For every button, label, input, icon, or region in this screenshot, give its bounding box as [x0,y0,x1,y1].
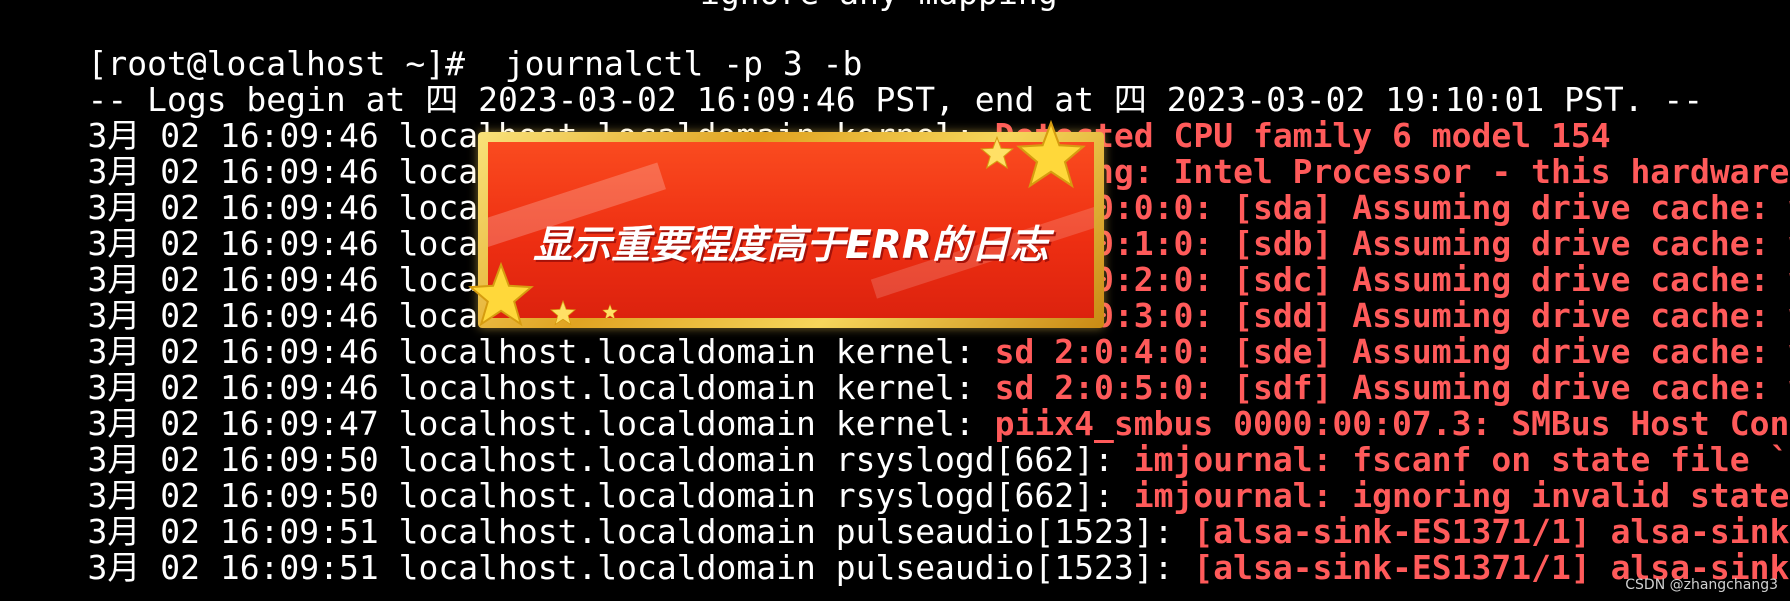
log-line: 3月 02 16:09:50 localhost.localdomain rsy… [8,398,1790,479]
log-prefix: 3月 02 16:09:51 localhost.localdomain pul… [87,548,1194,587]
csdn-watermark: CSDN @zhangchang3 [1625,577,1778,593]
log-line: 3月 02 16:09:51 localhost.localdomain pul… [8,506,1790,587]
command-line: [root@localhost ~]# journalctl -p 3 -b [8,2,862,83]
star-icon [602,304,618,320]
banner-title: 显示重要程度高于ERR的日志 [533,223,1049,268]
star-icon [550,300,576,326]
log-header-line: -- Logs begin at 四 2023-03-02 16:09:46 P… [8,38,1703,119]
annotation-banner: 显示重要程度高于ERR的日志 [468,120,1104,328]
log-line: 3月 02 16:09:47 localhost.localdomain ker… [8,362,1790,443]
log-line: 3月 02 16:09:46 localhost.localdomain ker… [8,74,1610,155]
log-line: 3月 02 16:09:46 localhost.localdomain ker… [8,326,1790,407]
star-icon [468,262,534,327]
star-icon [1016,120,1086,189]
star-icon [980,136,1014,170]
log-line: 3月 02 16:09:50 localhost.localdomain rsy… [8,434,1790,515]
log-line: 3月 02 16:09:51 localhost.localdomain pul… [8,470,1790,551]
